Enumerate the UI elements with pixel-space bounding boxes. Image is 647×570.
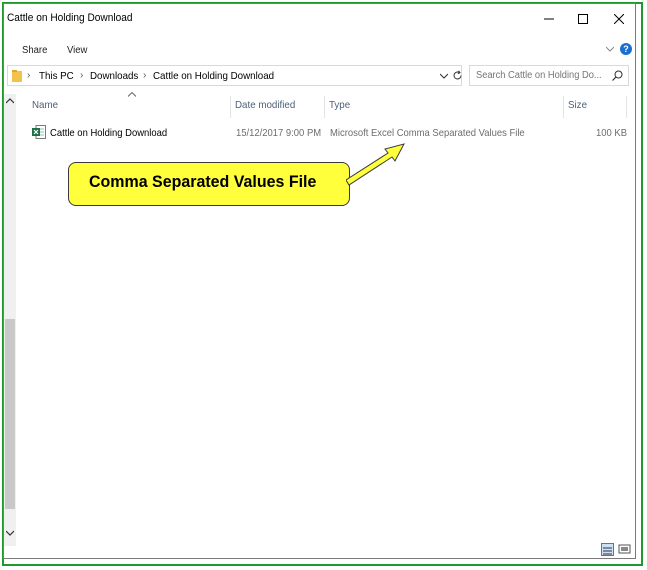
maximize-button[interactable] [565, 4, 601, 34]
tab-view[interactable]: View [67, 45, 87, 56]
breadcrumb-this-pc[interactable]: This PC [39, 70, 74, 82]
details-view-icon [603, 547, 612, 555]
details-view-button[interactable] [601, 543, 614, 556]
column-divider[interactable] [324, 96, 325, 118]
tab-share[interactable]: Share [22, 45, 47, 56]
help-icon[interactable]: ? [620, 43, 632, 55]
breadcrumb-current-folder[interactable]: Cattle on Holding Download [153, 70, 274, 82]
title-bar[interactable]: Cattle on Holding Download [4, 4, 635, 36]
search-icon[interactable] [612, 70, 623, 81]
search-box[interactable] [469, 65, 629, 86]
callout-arrow-icon [346, 143, 405, 186]
column-header-date-modified[interactable]: Date modified [235, 99, 295, 111]
large-icons-view-button[interactable] [618, 543, 631, 556]
file-date-modified: 15/12/2017 9:00 PM [236, 127, 322, 139]
file-name[interactable]: Cattle on Holding Download [50, 127, 167, 139]
address-dropdown-chevron-icon[interactable] [440, 73, 448, 79]
search-input[interactable] [476, 70, 602, 81]
file-row[interactable]: Cattle on Holding Download 15/12/2017 9:… [26, 121, 628, 143]
breadcrumb-separator: › [80, 70, 84, 81]
navigation-pane-scrollbar[interactable] [4, 94, 16, 546]
scroll-down-chevron-icon[interactable] [6, 530, 14, 536]
close-icon [614, 14, 624, 24]
maximize-icon [578, 14, 588, 24]
column-divider[interactable] [626, 96, 627, 118]
breadcrumb-separator: › [27, 70, 31, 81]
address-bar[interactable]: › This PC › Downloads › Cattle on Holdin… [7, 65, 462, 86]
expand-ribbon-chevron-icon[interactable] [606, 46, 614, 52]
column-header-type[interactable]: Type [329, 99, 350, 111]
window-title: Cattle on Holding Download [7, 12, 133, 24]
folder-icon [12, 70, 22, 82]
file-size: 100 KB [596, 127, 628, 139]
column-header-size[interactable]: Size [568, 99, 587, 111]
large-icons-view-icon [618, 544, 631, 554]
column-header-name[interactable]: Name [32, 99, 58, 111]
ribbon-bar: Share View ? [4, 36, 635, 62]
sort-ascending-icon [128, 92, 136, 97]
column-divider[interactable] [230, 96, 231, 118]
breadcrumb-separator: › [143, 70, 147, 81]
column-divider[interactable] [563, 96, 564, 118]
callout-label: Comma Separated Values File [89, 172, 317, 191]
minimize-icon [544, 18, 554, 20]
excel-csv-icon [32, 125, 46, 139]
annotation-callout: Comma Separated Values File [68, 162, 350, 206]
scroll-up-chevron-icon[interactable] [6, 98, 14, 104]
scrollbar-thumb[interactable] [5, 319, 15, 509]
minimize-button[interactable] [531, 4, 567, 34]
breadcrumb-downloads[interactable]: Downloads [90, 70, 138, 82]
close-button[interactable] [601, 4, 637, 34]
file-explorer-window: Cattle on Holding Download Share View ? … [3, 3, 636, 559]
refresh-icon[interactable] [452, 70, 463, 81]
